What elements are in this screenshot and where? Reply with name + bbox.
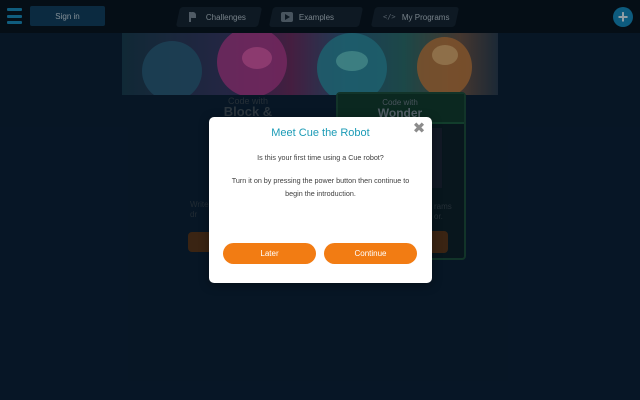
- continue-button[interactable]: Continue: [324, 243, 417, 264]
- close-icon[interactable]: ✖: [412, 121, 426, 136]
- dialog-body: Turn it on by pressing the power button …: [231, 176, 410, 198]
- later-button[interactable]: Later: [223, 243, 316, 264]
- dialog-question: Is this your first time using a Cue robo…: [257, 153, 384, 162]
- dialog-title: Meet Cue the Robot: [271, 127, 370, 139]
- meet-cue-dialog: Meet Cue the Robot ✖ Is this your first …: [209, 117, 432, 283]
